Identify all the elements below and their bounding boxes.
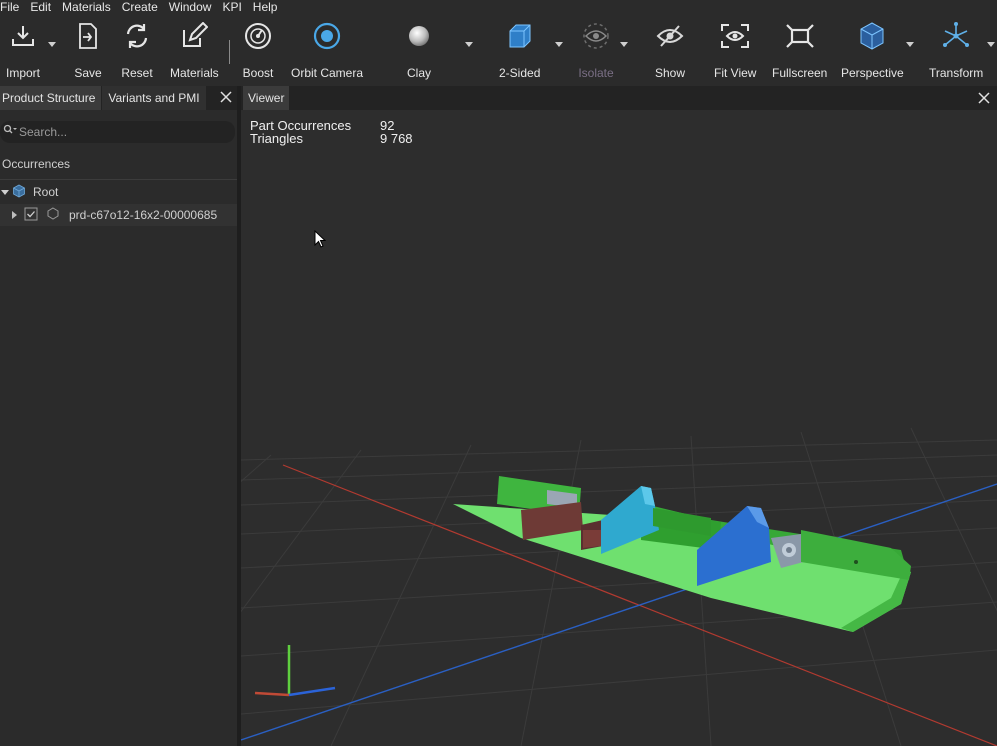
cube-icon (500, 14, 540, 58)
boost-gauge-icon (238, 14, 278, 58)
fit-view-button[interactable]: Fit View (714, 14, 756, 86)
tree-root-label: Root (33, 185, 59, 199)
materials-button[interactable]: Materials (170, 14, 219, 86)
isolate-label: Isolate (578, 66, 614, 80)
save-label: Save (74, 66, 102, 80)
sphere-icon (399, 14, 439, 58)
transform-icon (930, 14, 982, 58)
menubar: File Edit Materials Create Window KPI He… (0, 0, 997, 14)
transform-label: Transform (929, 66, 984, 80)
perspective-label: Perspective (841, 66, 904, 80)
import-label: Import (5, 66, 40, 80)
part-hexagon-icon (47, 207, 59, 223)
orbit-icon (292, 14, 362, 58)
tab-variants-and-pmi[interactable]: Variants and PMI (102, 86, 206, 110)
reset-button[interactable]: Reset (117, 14, 157, 86)
save-icon (68, 14, 108, 58)
visibility-checkbox[interactable] (24, 207, 38, 224)
scene-canvas (241, 427, 997, 746)
clay-label: Clay (406, 66, 431, 80)
tree-product-label: prd-c67o12-16x2-00000685 (69, 208, 218, 222)
viewer-tabs: Viewer (241, 86, 997, 110)
two-sided-label: 2-Sided (499, 66, 541, 80)
menu-window[interactable]: Window (169, 0, 223, 14)
stat-triangles-value: 9 768 (380, 131, 413, 146)
isolate-button[interactable]: Isolate (576, 14, 616, 86)
viewer-close-icon[interactable] (977, 91, 991, 110)
show-label: Show (654, 66, 686, 80)
fit-view-label: Fit View (714, 66, 757, 80)
left-panel-tabs: Product Structure Variants and PMI (0, 86, 237, 110)
transform-button[interactable]: Transform (929, 14, 983, 86)
toolbar-separator (229, 40, 230, 64)
header-divider (0, 179, 237, 180)
orbit-camera-button[interactable]: Orbit Camera (291, 14, 363, 86)
stat-triangles: Triangles 9 768 (250, 132, 413, 145)
scene-stats: Part Occurrences 92 Triangles 9 768 (250, 119, 413, 145)
clay-dropdown-caret[interactable] (465, 42, 473, 47)
search-input[interactable] (19, 125, 219, 139)
mouse-cursor-icon (314, 229, 327, 253)
root-cube-icon (12, 184, 26, 201)
fit-view-icon (715, 14, 755, 58)
eye-icon (576, 14, 616, 58)
reset-label: Reset (121, 66, 153, 80)
close-icon[interactable] (219, 90, 233, 104)
tree-row-root[interactable]: Root (0, 181, 237, 203)
expand-down-icon[interactable] (1, 185, 9, 199)
3d-viewport[interactable]: Part Occurrences 92 Triangles 9 768 (241, 110, 997, 746)
perspective-button[interactable]: Perspective (841, 14, 904, 86)
menu-create[interactable]: Create (122, 0, 169, 14)
fullscreen-label: Fullscreen (772, 66, 828, 80)
boost-button[interactable]: Boost (238, 14, 278, 86)
search-box (0, 121, 235, 143)
left-panel: Product Structure Variants and PMI Occur… (0, 86, 237, 746)
tab-viewer[interactable]: Viewer (243, 86, 290, 110)
import-dropdown-caret[interactable] (48, 42, 56, 47)
expand-right-icon[interactable] (10, 208, 18, 222)
import-button[interactable]: Import (3, 14, 43, 86)
menu-materials[interactable]: Materials (62, 0, 122, 14)
eye-slash-icon (650, 14, 690, 58)
tab-product-structure[interactable]: Product Structure (0, 86, 102, 110)
two-sided-dropdown-caret[interactable] (555, 42, 563, 47)
menu-kpi[interactable]: KPI (222, 0, 252, 14)
save-button[interactable]: Save (68, 14, 108, 86)
fullscreen-icon (774, 14, 826, 58)
toolbar: Import Save Reset Materials Boost Orbit … (0, 14, 997, 86)
transform-dropdown-caret[interactable] (987, 42, 995, 47)
isolate-dropdown-caret[interactable] (620, 42, 628, 47)
perspective-icon (842, 14, 902, 58)
assembly-model (453, 476, 911, 632)
boost-label: Boost (242, 66, 274, 80)
materials-label: Materials (170, 66, 219, 80)
fullscreen-button[interactable]: Fullscreen (772, 14, 827, 86)
two-sided-button[interactable]: 2-Sided (499, 14, 540, 86)
tree-row-product[interactable]: prd-c67o12-16x2-00000685 (0, 204, 237, 226)
download-icon (3, 14, 43, 58)
menu-edit[interactable]: Edit (30, 0, 62, 14)
show-button[interactable]: Show (650, 14, 690, 86)
menu-file[interactable]: File (0, 0, 30, 14)
perspective-dropdown-caret[interactable] (906, 42, 914, 47)
occurrences-header: Occurrences (2, 157, 71, 171)
search-icon (3, 123, 17, 141)
stat-triangles-label: Triangles (250, 131, 303, 146)
edit-icon (174, 14, 214, 58)
menu-help[interactable]: Help (253, 0, 289, 14)
orbit-camera-label: Orbit Camera (291, 66, 364, 80)
reset-icon (117, 14, 157, 58)
clay-button[interactable]: Clay (399, 14, 439, 86)
